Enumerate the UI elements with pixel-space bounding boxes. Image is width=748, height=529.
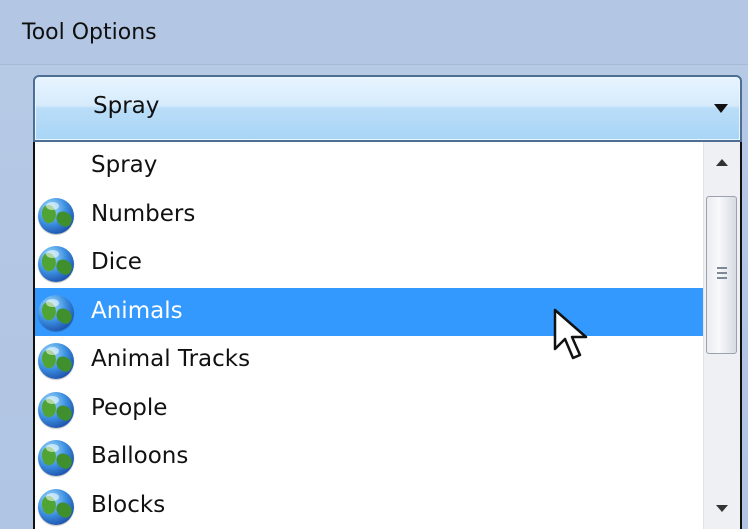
list-item-label: Animal Tracks [91,346,251,372]
list-item-label: People [91,394,168,421]
globe-icon [38,343,74,379]
chevron-down-icon[interactable] [714,104,728,113]
globe-icon [38,246,74,282]
panel-header: Tool Options [0,0,748,65]
list-item-animal-tracks[interactable]: Animal Tracks [35,336,703,385]
dropdown-list[interactable]: Spray Numbers Dice Animals Animal Tracks [33,142,742,529]
list-item-label: Blocks [91,491,166,518]
list-item-label: Numbers [91,200,196,227]
globe-icon [38,391,74,428]
list-item-label: Animals [91,297,183,324]
tool-options-panel: Tool Options Spray Spray Numbers Dice An… [0,0,748,529]
vertical-scrollbar[interactable] [703,142,740,529]
globe-icon [38,197,74,234]
list-item-numbers[interactable]: Numbers [35,191,703,240]
scroll-down-arrow-icon[interactable] [704,491,740,529]
list-item-balloons[interactable]: Balloons [35,433,703,482]
mouse-cursor-icon [553,308,588,360]
panel-title: Tool Options [22,20,157,45]
list-item-people[interactable]: People [35,385,703,434]
list-item-label: Dice [91,249,142,275]
grip-icon [717,267,727,281]
list-item-dice[interactable]: Dice [35,239,703,288]
globe-icon [38,488,74,525]
list-item-animals[interactable]: Animals [35,287,703,336]
list-items: Spray Numbers Dice Animals Animal Tracks [35,142,703,529]
list-item-spray[interactable]: Spray [35,142,703,191]
combo-selected-value: Spray [93,93,160,119]
globe-icon [38,294,74,331]
list-item-label: Spray [91,152,158,178]
globe-icon [38,440,74,476]
tool-combo-box[interactable]: Spray [33,75,742,142]
list-item-label: Balloons [91,443,189,469]
scrollbar-thumb[interactable] [706,196,737,354]
scroll-up-arrow-icon[interactable] [704,142,740,180]
list-item-blocks[interactable]: Blocks [35,482,703,529]
